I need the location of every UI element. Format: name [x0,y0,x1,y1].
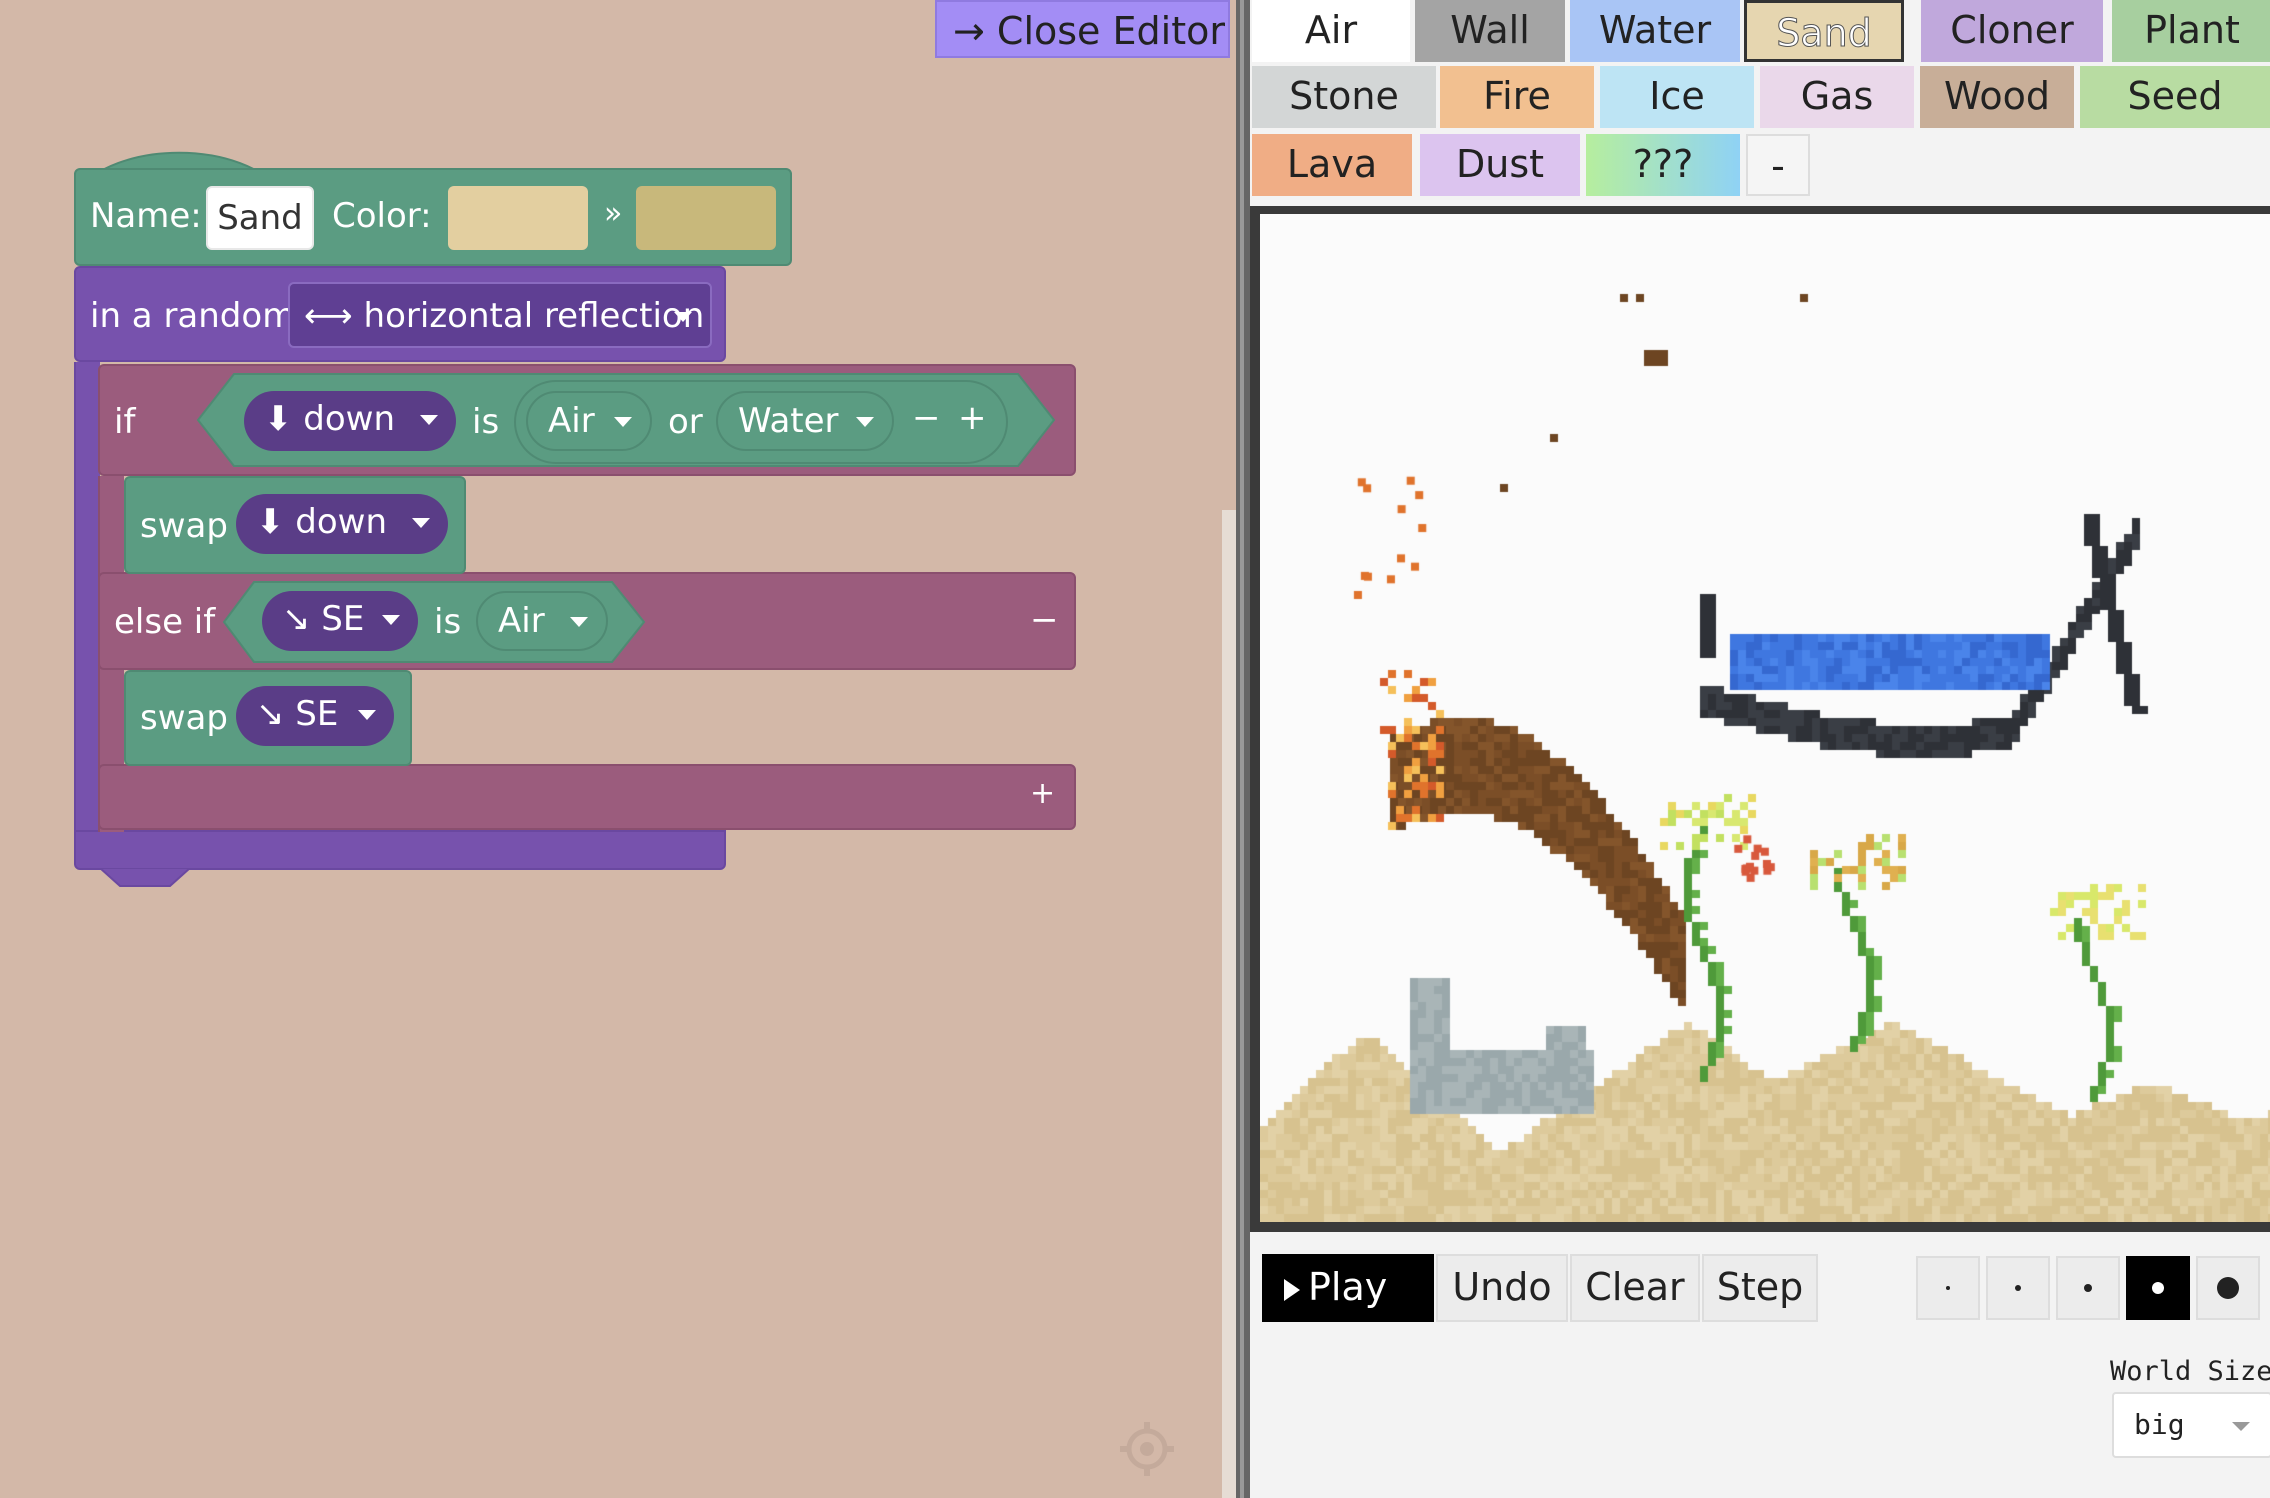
chevron-down-icon [856,417,874,427]
palette-item-fire[interactable]: Fire [1440,66,1594,128]
if-block-foot [98,764,1076,830]
or-label: or [668,402,703,442]
element-dropdown-water[interactable]: Water [716,391,894,451]
add-element-button[interactable]: + [958,398,987,438]
swap-label: swap [140,506,228,546]
world-size-select[interactable]: big [2112,1392,2270,1458]
palette-item-water[interactable]: Water [1570,0,1740,62]
random-block-foot [74,830,726,870]
brush-size-4[interactable] [2126,1256,2190,1320]
palette-item-lava[interactable]: Lava [1252,134,1412,196]
name-field[interactable]: Sand [206,186,314,250]
else-if-direction-dropdown[interactable]: ↘ SE [262,591,418,651]
color-end-swatch[interactable] [636,186,776,250]
random-label: in a random [90,296,296,336]
palette-item-air[interactable]: Air [1252,0,1410,62]
reflection-dropdown[interactable]: ⟷ horizontal reflection [288,282,712,348]
palette-item-ice[interactable]: Ice [1600,66,1754,128]
block-editor[interactable]: → Close Editor Name: Sand Color: » in a … [0,0,1236,1498]
recenter-target-icon[interactable] [1118,1420,1176,1478]
panel-divider[interactable] [1236,0,1250,1498]
palette-item-dust[interactable]: Dust [1420,134,1580,196]
palette-item-wall[interactable]: Wall [1415,0,1565,62]
if-direction-dropdown[interactable]: ⬇ down [244,391,456,451]
brush-size-1[interactable] [1916,1256,1980,1320]
color-separator: » [604,196,623,231]
editor-scrollbar[interactable] [1222,510,1236,1498]
add-rule-button[interactable]: + [1030,776,1055,811]
chevron-down-icon [358,710,376,720]
brush-size-3[interactable] [2056,1256,2120,1320]
palette-item-seed[interactable]: Seed [2080,66,2270,128]
play-button[interactable]: Play [1262,1254,1434,1322]
palette-item-mystery[interactable]: ??? [1586,134,1740,196]
chevron-down-icon [674,312,692,322]
swap-direction-dropdown[interactable]: ↘ SE [236,686,394,746]
color-label: Color: [332,196,432,236]
element-dropdown-air[interactable]: Air [476,591,608,651]
palette-item-plant[interactable]: Plant [2112,0,2270,62]
chevron-down-icon [420,415,438,425]
swap-direction-dropdown[interactable]: ⬇ down [236,494,448,554]
name-label: Name: [90,196,202,236]
world-size-label: World Size [2110,1356,2270,1387]
chevron-down-icon [614,417,632,427]
sandbox-canvas[interactable] [1260,214,2270,1222]
step-button[interactable]: Step [1702,1254,1818,1322]
play-icon [1284,1278,1300,1301]
brush-size-5[interactable] [2196,1256,2260,1320]
else-if-label: else if [114,602,216,642]
chevron-down-icon [570,617,588,627]
if-is-label: is [472,402,500,442]
chevron-down-icon [2232,1422,2250,1431]
reflection-dropdown-label: ⟷ horizontal reflection [304,296,705,336]
palette-item-gas[interactable]: Gas [1760,66,1914,128]
clear-button[interactable]: Clear [1570,1254,1700,1322]
remove-element-button[interactable]: − [912,398,941,438]
simulation-panel: Air Wall Water Sand Cloner Plant Stone Fire Ice G… [1250,0,2270,1498]
palette-item-wood[interactable]: Wood [1920,66,2074,128]
if-label: if [114,402,136,442]
palette-item-stone[interactable]: Stone [1252,66,1436,128]
undo-button[interactable]: Undo [1436,1254,1568,1322]
else-if-is-label: is [434,602,462,642]
random-block-arm [74,362,100,840]
element-dropdown-air[interactable]: Air [526,391,652,451]
palette-item-sand[interactable]: Sand [1744,0,1904,62]
brush-size-2[interactable] [1986,1256,2050,1320]
close-editor-button[interactable]: → Close Editor [935,0,1230,58]
random-block-notch [100,868,190,887]
palette-item-more[interactable]: - [1746,134,1810,196]
remove-else-if-button[interactable]: − [1030,600,1059,640]
swap-label: swap [140,698,228,738]
color-start-swatch[interactable] [448,186,588,250]
chevron-down-icon [382,615,400,625]
palette-item-cloner[interactable]: Cloner [1921,0,2103,62]
chevron-down-icon [412,518,430,528]
